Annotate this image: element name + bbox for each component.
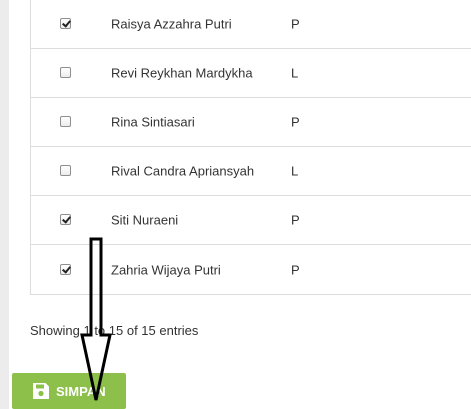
students-table: Raisya Azzahra Putri P Revi Reykhan Mard… [30, 0, 471, 295]
student-name: Revi Reykhan Mardykha [111, 65, 253, 81]
table-row: Revi Reykhan Mardykha L [31, 49, 471, 98]
row-checkbox-checked[interactable] [60, 263, 71, 275]
table-row: Siti Nuraeni P [31, 196, 471, 245]
table-row: Rina Sintiasari P [31, 98, 471, 147]
student-name: Raisya Azzahra Putri [111, 16, 232, 32]
student-gender: P [291, 262, 300, 277]
table-entries-info: Showing 1 to 15 of 15 entries [30, 323, 199, 338]
row-checkbox[interactable] [60, 116, 71, 127]
student-gender: P [291, 212, 300, 228]
floppy-disk-icon [33, 383, 49, 399]
table-row: Raisya Azzahra Putri P [31, 0, 471, 49]
student-name: Zahria Wijaya Putri [111, 262, 221, 277]
student-gender: P [291, 16, 300, 32]
save-button-label: SIMPAN [56, 384, 106, 399]
left-sidebar-edge [0, 0, 9, 409]
row-checkbox[interactable] [60, 165, 71, 176]
student-name: Siti Nuraeni [111, 212, 179, 228]
student-name: Rival Candra Apriansyah [111, 163, 255, 179]
row-checkbox-checked[interactable] [60, 214, 71, 225]
save-button[interactable]: SIMPAN [12, 373, 126, 409]
table-row: Zahria Wijaya Putri P [31, 245, 471, 294]
student-gender: P [291, 114, 300, 130]
student-gender: L [291, 65, 299, 81]
student-name: Rina Sintiasari [111, 114, 195, 130]
row-checkbox-checked[interactable] [60, 18, 71, 29]
table-row: Rival Candra Apriansyah L [31, 147, 471, 196]
student-gender: L [291, 163, 299, 179]
row-checkbox[interactable] [60, 67, 71, 78]
